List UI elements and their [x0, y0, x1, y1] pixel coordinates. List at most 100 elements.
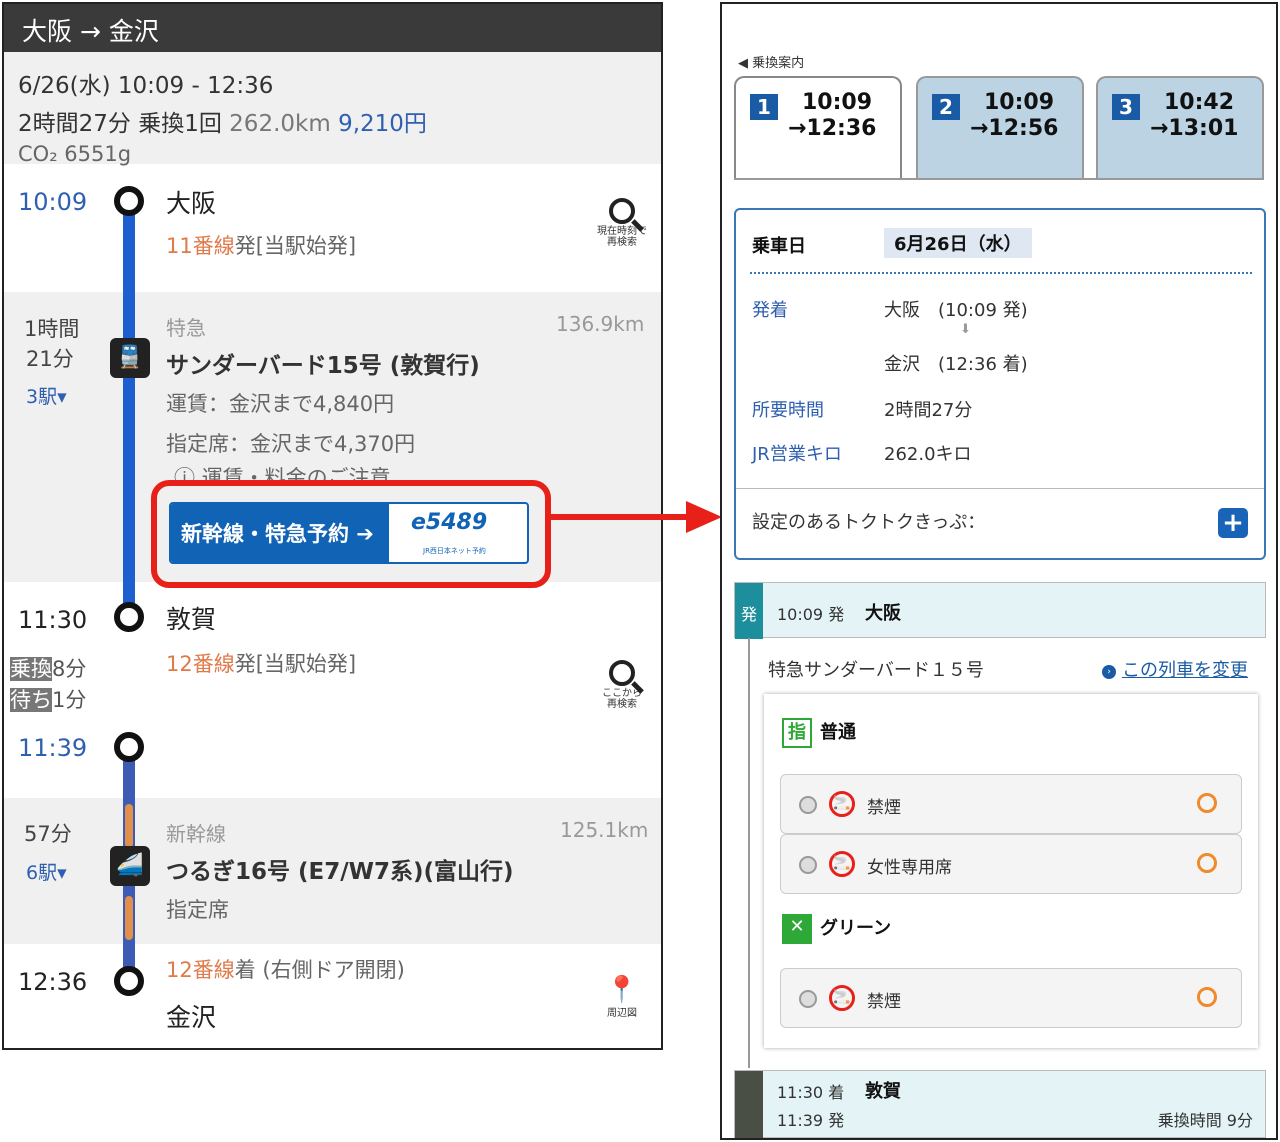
transfer-label: 乗換: [10, 657, 52, 681]
radio-button[interactable]: [799, 796, 817, 814]
tab-number: 3: [1112, 94, 1140, 120]
radio-button[interactable]: [799, 856, 817, 874]
search-icon: [609, 198, 635, 224]
leg-seat: 指定席: [166, 898, 229, 922]
train-name[interactable]: サンダーバード15号 (敦賀行): [166, 346, 480, 380]
availability-circle-icon: [1197, 853, 1217, 873]
station-marker: [114, 186, 144, 216]
shinkansen-icon: 🚄: [110, 846, 150, 886]
summary-co2: CO₂ 6551g: [18, 142, 132, 166]
divider: [750, 272, 1252, 274]
wait-label: 待ち: [10, 688, 52, 712]
duration-value: 2時間27分: [884, 400, 973, 421]
down-arrow-icon: ⬇: [960, 322, 971, 337]
back-link[interactable]: ◀ 乗換案内: [738, 52, 804, 71]
arrival-time: 11:30 着: [777, 1083, 845, 1102]
seat-option[interactable]: 🚬 禁煙: [780, 774, 1242, 834]
area-map-label: 周辺図: [607, 1008, 637, 1019]
research-from-here-button[interactable]: ここから 再検索: [592, 660, 652, 710]
departure-station: 大阪: [865, 603, 901, 624]
train-type: 特急: [166, 316, 206, 340]
route-header: 大阪 → 金沢: [4, 4, 661, 52]
tab-route-3[interactable]: 3 10:42 →13:01: [1096, 76, 1264, 180]
chevron-right-icon: ›: [1102, 665, 1116, 679]
seat-option-label: 女性専用席: [867, 858, 952, 878]
route-summary: 6/26(水) 10:09 - 12:36 2時間27分 乗換1回 262.0k…: [4, 52, 661, 166]
tab-arrive: →13:01: [1150, 116, 1239, 141]
e5489-booking-panel: ◀ 乗換案内 1 10:09 →12:36 2 10:09 →12:56 3 1…: [720, 2, 1278, 1140]
leg-duration: 1時間 21分: [24, 314, 79, 374]
platform-number: 12番線: [166, 652, 235, 676]
station-name[interactable]: 大阪: [166, 184, 216, 220]
transfer-info: 乗換8分 待ち1分: [10, 654, 86, 716]
booking-highlight: 新幹線・特急予約 ➔ e5489 JR西日本ネット予約: [151, 480, 551, 588]
leg-duration-minutes: 21分: [26, 347, 74, 371]
summary-line: 2時間27分 乗換1回 262.0km 9,210円: [18, 104, 647, 138]
stop-time: 12:36: [18, 968, 88, 996]
booking-button[interactable]: 新幹線・特急予約 ➔ e5489 JR西日本ネット予約: [169, 502, 529, 564]
leg-reserved-fare: 指定席：金沢まで4,370円: [166, 432, 416, 456]
e5489-logo: e5489: [411, 510, 488, 535]
tab-depart: 10:09: [984, 90, 1055, 115]
seat-class-label: 普通: [820, 722, 856, 743]
km-value: 262.0キロ: [884, 444, 972, 465]
tab-depart: 10:42: [1164, 90, 1235, 115]
station-marker: [114, 732, 144, 762]
seat-class-ordinary: 指普通: [782, 718, 856, 748]
stop-time: 11:39: [18, 734, 88, 762]
radio-button[interactable]: [799, 990, 817, 1008]
seat-class-label: グリーン: [820, 918, 892, 939]
tab-number: 2: [932, 94, 960, 120]
station-name[interactable]: 敦賀: [166, 600, 216, 636]
research-label: 再検索: [607, 699, 637, 710]
booking-button-label: 新幹線・特急予約 ➔: [171, 504, 389, 562]
summary-fare: 9,210円: [338, 111, 427, 137]
train-name[interactable]: つるぎ16号 (E7/W7系)(富山行): [166, 852, 514, 886]
discount-ticket-label: 設定のあるトクトクきっぷ：: [752, 512, 986, 533]
platform-info: 12番線発[当駅始発]: [166, 648, 356, 678]
seat-option-label: 禁煙: [867, 798, 901, 818]
availability-circle-icon: [1197, 793, 1217, 813]
area-map-button[interactable]: 📍 周辺図: [598, 976, 646, 1019]
leg-distance: 136.9km: [556, 312, 645, 336]
expand-plus-button[interactable]: +: [1218, 508, 1248, 538]
date-label: 乗車日: [752, 236, 806, 257]
tab-route-1[interactable]: 1 10:09 →12:36: [734, 76, 902, 180]
stop-time: 11:30: [18, 606, 88, 634]
research-now-button[interactable]: 現在時刻で 再検索: [592, 198, 652, 248]
summary-datetime: 6/26(水) 10:09 - 12:36: [18, 73, 274, 99]
route-line-stripe: [125, 804, 133, 848]
availability-circle-icon: [1197, 987, 1217, 1007]
seat-selection-panel: 指普通 🚬 禁煙 🚬 女性専用席 ✕ グリーン 🚬 禁煙: [764, 694, 1258, 1048]
map-pin-icon: 📍: [605, 975, 639, 1005]
date-value: 6月26日（水）: [884, 228, 1032, 258]
depart-arrive-label: 発着: [752, 300, 788, 321]
seat-class-green: ✕ グリーン: [782, 914, 891, 944]
depart-value: 大阪 (10:09 発): [884, 300, 1028, 321]
station-marker: [114, 966, 144, 996]
tab-divider: [734, 178, 1264, 180]
seat-option[interactable]: 🚬 禁煙: [780, 968, 1242, 1028]
e5489-logo-subtitle: JR西日本ネット予約: [423, 547, 486, 555]
platform-info: 12番線着 (右側ドア開閉): [166, 954, 405, 984]
next-departure-time: 11:39 発: [777, 1111, 845, 1130]
stops-toggle[interactable]: 3駅▾: [26, 382, 67, 409]
seat-option[interactable]: 🚬 女性専用席: [780, 834, 1242, 894]
train-name: 特急サンダーバード１５号: [768, 660, 984, 681]
station-name[interactable]: 金沢: [166, 998, 216, 1034]
platform-info: 11番線発[当駅始発]: [166, 230, 356, 260]
connector-arrow-line: [548, 514, 688, 520]
tab-arrive: →12:36: [788, 116, 877, 141]
green-car-icon: ✕: [782, 914, 812, 944]
no-smoking-icon: 🚬: [829, 791, 855, 817]
change-train-link[interactable]: › この列車を変更: [1102, 656, 1248, 682]
seat-option-label: 禁煙: [867, 992, 901, 1012]
wait-minutes: 1分: [52, 688, 87, 712]
arrive-value: 金沢 (12:36 着): [884, 354, 1028, 375]
platform-detail: 着 (右側ドア開閉): [234, 958, 405, 982]
tab-route-2[interactable]: 2 10:09 →12:56: [916, 76, 1084, 180]
stops-toggle[interactable]: 6駅▾: [26, 858, 67, 885]
train-type: 新幹線: [166, 822, 226, 846]
platform-number: 12番線: [166, 958, 235, 982]
research-label: 再検索: [607, 237, 637, 248]
